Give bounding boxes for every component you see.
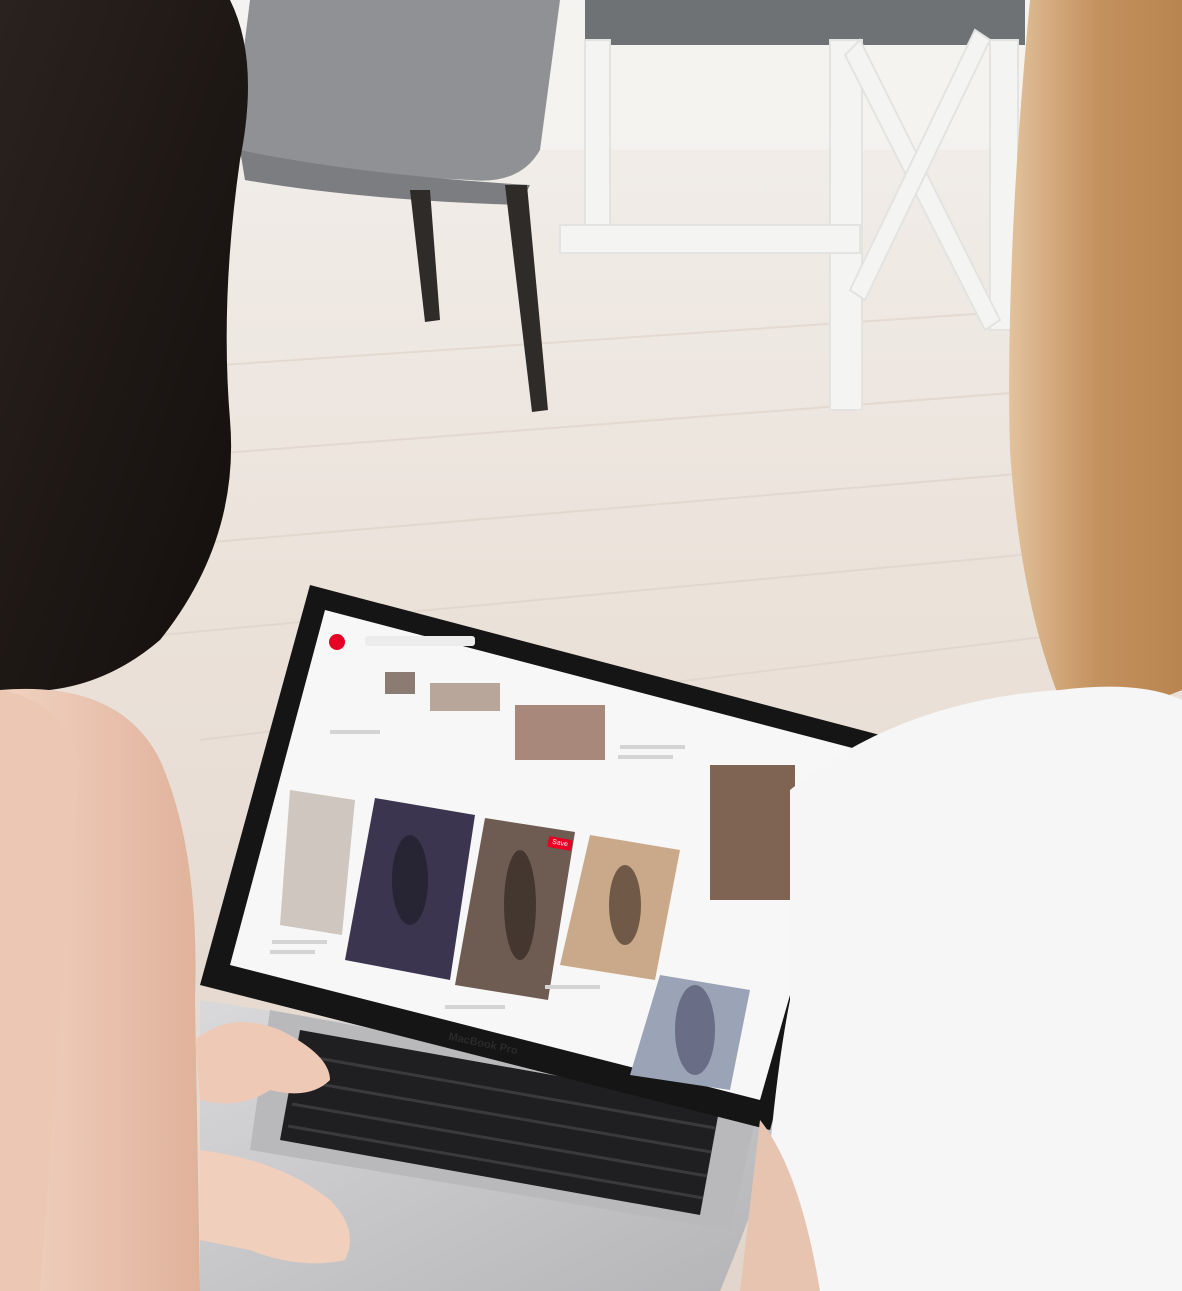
search-bar: [365, 636, 475, 646]
white-shirt: [760, 686, 1182, 1291]
pin-image: [280, 790, 355, 935]
pin-image: [710, 765, 795, 900]
photo-scene: [0, 0, 1182, 1291]
pinterest-logo-icon: [329, 634, 345, 650]
